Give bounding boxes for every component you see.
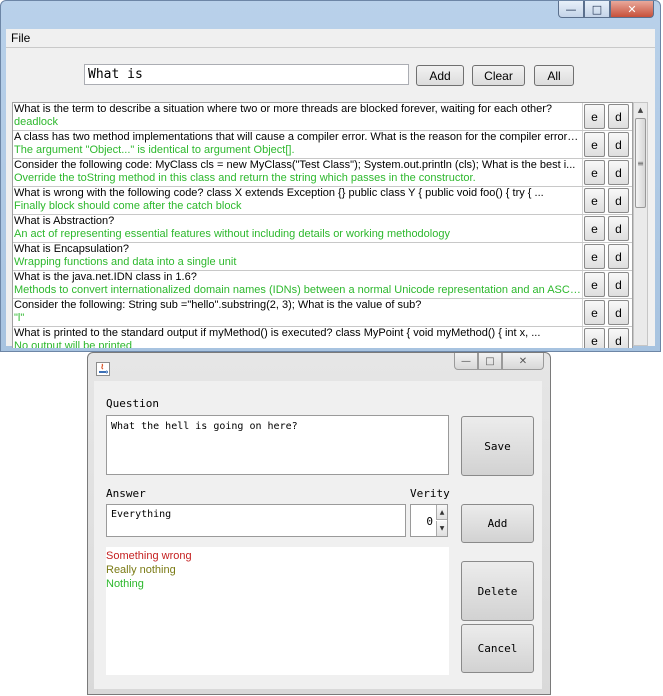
qa-text-cell[interactable]: Consider the following code: MyClass cls…	[14, 159, 583, 186]
cancel-button[interactable]: Cancel	[461, 624, 534, 673]
qa-question: Consider the following code: MyClass cls…	[14, 159, 576, 171]
edit-dialog: — □ ✕ Question What the hell is going on…	[87, 352, 551, 695]
qa-text-cell[interactable]: What is wrong with the following code? c…	[14, 187, 583, 214]
qa-answer: Finally block should come after the catc…	[14, 200, 242, 212]
dialog-close-icon[interactable]: ✕	[502, 353, 544, 370]
qa-list: What is the term to describe a situation…	[12, 102, 633, 348]
qa-text-cell[interactable]: A class has two method implementations t…	[14, 131, 583, 158]
question-label: Question	[106, 397, 159, 410]
qa-question: What is the term to describe a situation…	[14, 103, 553, 115]
main-window: — □ ✕ File What is Add Clear All What is…	[0, 0, 661, 352]
qa-text-cell[interactable]: What is the term to describe a situation…	[14, 103, 583, 130]
qa-text-cell[interactable]: What is printed to the standard output i…	[14, 327, 583, 348]
qa-answer: Wrapping functions and data into a singl…	[14, 256, 237, 268]
verity-value[interactable]: 0	[415, 515, 433, 528]
delete-row-button[interactable]: d	[608, 272, 629, 297]
qa-answer: No output will be printed	[14, 340, 133, 348]
question-textarea[interactable]: What the hell is going on here?	[106, 415, 449, 475]
delete-row-button[interactable]: d	[608, 300, 629, 325]
qa-row[interactable]: A class has two method implementations t…	[13, 131, 632, 159]
all-button[interactable]: All	[534, 65, 574, 86]
minimize-icon[interactable]: —	[558, 1, 584, 18]
answer-textarea[interactable]: Everything	[106, 504, 406, 537]
main-content: What is Add Clear All What is the term t…	[6, 48, 655, 348]
dialog-add-button[interactable]: Add	[461, 504, 534, 543]
verity-spinner[interactable]: 0 ▲ ▼	[410, 504, 448, 537]
dialog-minimize-icon[interactable]: —	[454, 353, 478, 370]
answer-label: Answer	[106, 487, 146, 500]
delete-row-button[interactable]: d	[608, 328, 629, 348]
edit-row-button[interactable]: e	[584, 160, 605, 185]
qa-row[interactable]: What is the term to describe a situation…	[13, 103, 632, 131]
menu-file[interactable]: File	[11, 31, 30, 45]
delete-button[interactable]: Delete	[461, 561, 534, 621]
close-icon[interactable]: ✕	[610, 1, 654, 18]
qa-row[interactable]: Consider the following code: MyClass cls…	[13, 159, 632, 187]
qa-row[interactable]: What is Encapsulation? Wrapping functions…	[13, 243, 632, 271]
qa-question: What is Abstraction?	[14, 215, 115, 227]
qa-question: A class has two method implementations t…	[14, 131, 582, 143]
maximize-icon[interactable]: □	[584, 1, 610, 18]
qa-row[interactable]: What is wrong with the following code? c…	[13, 187, 632, 215]
delete-row-button[interactable]: d	[608, 104, 629, 129]
qa-answer: The argument "Object..." is identical to…	[14, 144, 295, 156]
qa-answer: Override the toString method in this cla…	[14, 172, 476, 184]
qa-question: What is wrong with the following code? c…	[14, 187, 544, 199]
qa-text-cell[interactable]: What is Encapsulation? Wrapping functions…	[14, 243, 583, 270]
answer-list-item[interactable]: Nothing	[106, 577, 449, 591]
dialog-window-controls: — □ ✕	[454, 353, 544, 370]
edit-row-button[interactable]: e	[584, 104, 605, 129]
qa-text-cell[interactable]: What is Abstraction? An act of representi…	[14, 215, 583, 242]
qa-answer: Methods to convert internationalized dom…	[14, 284, 582, 296]
clear-button[interactable]: Clear	[472, 65, 525, 86]
edit-row-button[interactable]: e	[584, 188, 605, 213]
answer-list-item[interactable]: Really nothing	[106, 563, 449, 577]
answers-list: Something wrong Really nothing Nothing	[106, 547, 449, 675]
add-button[interactable]: Add	[416, 65, 464, 86]
qa-text-cell[interactable]: Consider the following: String sub ="hel…	[14, 299, 583, 326]
spinner-up-arrow-icon[interactable]: ▲	[436, 505, 447, 520]
edit-row-button[interactable]: e	[584, 300, 605, 325]
vertical-scrollbar[interactable]: ▲ ≡	[633, 102, 648, 346]
delete-row-button[interactable]: d	[608, 188, 629, 213]
qa-question: Consider the following: String sub ="hel…	[14, 299, 422, 311]
delete-row-button[interactable]: d	[608, 160, 629, 185]
qa-question: What is the java.net.IDN class in 1.6?	[14, 271, 197, 283]
edit-row-button[interactable]: e	[584, 272, 605, 297]
java-app-icon	[96, 362, 110, 376]
edit-row-button[interactable]: e	[584, 328, 605, 348]
dialog-content: Question What the hell is going on here?…	[94, 381, 542, 689]
delete-row-button[interactable]: d	[608, 244, 629, 269]
edit-row-button[interactable]: e	[584, 244, 605, 269]
qa-row[interactable]: What is Abstraction? An act of representi…	[13, 215, 632, 243]
window-controls: — □ ✕	[558, 1, 654, 18]
scroll-thumb[interactable]: ≡	[635, 118, 646, 208]
answer-list-item[interactable]: Something wrong	[106, 549, 449, 563]
qa-row[interactable]: What is the java.net.IDN class in 1.6? Me…	[13, 271, 632, 299]
search-input[interactable]: What is	[84, 64, 409, 85]
delete-row-button[interactable]: d	[608, 216, 629, 241]
menu-bar: File	[6, 29, 655, 48]
save-button[interactable]: Save	[461, 416, 534, 476]
qa-answer: An act of representing essential feature…	[14, 228, 450, 240]
qa-row[interactable]: Consider the following: String sub ="hel…	[13, 299, 632, 327]
delete-row-button[interactable]: d	[608, 132, 629, 157]
qa-text-cell[interactable]: What is the java.net.IDN class in 1.6? Me…	[14, 271, 583, 298]
qa-row[interactable]: What is printed to the standard output i…	[13, 327, 632, 348]
edit-row-button[interactable]: e	[584, 132, 605, 157]
spinner-down-arrow-icon[interactable]: ▼	[436, 521, 447, 536]
qa-question: What is Encapsulation?	[14, 243, 129, 255]
edit-row-button[interactable]: e	[584, 216, 605, 241]
scroll-up-arrow-icon[interactable]: ▲	[634, 103, 647, 117]
qa-question: What is printed to the standard output i…	[14, 327, 541, 339]
verity-label: Verity	[410, 487, 450, 500]
qa-answer: deadlock	[14, 116, 59, 128]
qa-answer: "l"	[14, 312, 25, 324]
dialog-maximize-icon[interactable]: □	[478, 353, 502, 370]
